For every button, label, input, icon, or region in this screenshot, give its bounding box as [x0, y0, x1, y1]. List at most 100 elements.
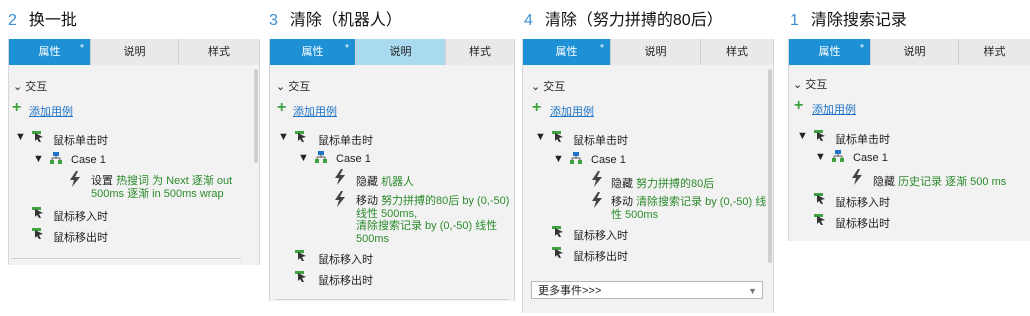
event-cursor-icon [295, 250, 306, 261]
event-mouseleave[interactable]: 鼠标移出时 [835, 215, 890, 231]
event-mouseenter[interactable]: 鼠标移入时 [53, 208, 108, 224]
dropdown-arrow-icon: ▼ [748, 286, 757, 296]
tab-notes[interactable]: 说明 [356, 39, 446, 65]
add-case-link[interactable]: 添加用例 [550, 103, 594, 119]
tab-label: 样式 [469, 46, 491, 58]
case-item[interactable]: Case 1 [591, 154, 626, 166]
action-lightning-icon [852, 169, 862, 185]
tab-style[interactable]: 样式 [701, 39, 773, 65]
event-mouseenter[interactable]: 鼠标移入时 [318, 251, 373, 267]
collapse-triangle-icon[interactable]: ▼ [298, 152, 309, 164]
event-onclick[interactable]: 鼠标单击时 [318, 132, 373, 148]
event-onclick[interactable]: 鼠标单击时 [573, 132, 628, 148]
event-cursor-icon [295, 271, 306, 282]
case-item[interactable]: Case 1 [71, 154, 106, 166]
action-verb: 隐藏 [356, 176, 378, 188]
tab-label: 样式 [208, 46, 230, 58]
panel-heading: 3 清除（机器人） [269, 6, 402, 30]
panel-number: 4 [524, 12, 533, 29]
panel-title: 清除（机器人） [289, 12, 402, 29]
event-cursor-icon [552, 131, 563, 142]
tab-style[interactable]: 样式 [959, 39, 1030, 65]
event-cursor-icon [32, 207, 43, 218]
collapse-triangle-icon[interactable]: ▼ [278, 131, 289, 143]
event-onclick[interactable]: 鼠标单击时 [835, 131, 890, 147]
event-mouseleave[interactable]: 鼠标移出时 [318, 272, 373, 288]
panel-title: 清除搜索记录 [810, 12, 907, 29]
event-mouseleave[interactable]: 鼠标移出时 [573, 248, 628, 264]
tab-properties[interactable]: 属性 * [789, 39, 871, 65]
chevron-down-icon: ⌄ [276, 81, 286, 93]
action-set-text[interactable]: 设置 热搜词 为 Next 逐渐 out 500ms 逐渐 in 500ms w… [91, 175, 232, 201]
event-onclick[interactable]: 鼠标单击时 [53, 132, 108, 148]
tab-notes[interactable]: 说明 [611, 39, 701, 65]
event-mouseenter[interactable]: 鼠标移入时 [573, 227, 628, 243]
tab-properties[interactable]: 属性 * [270, 39, 356, 65]
case-item[interactable]: Case 1 [336, 153, 371, 165]
add-icon[interactable]: + [12, 99, 21, 117]
tab-notes[interactable]: 说明 [91, 39, 179, 65]
collapse-triangle-icon[interactable]: ▼ [33, 153, 44, 165]
tab-label: 说明 [123, 46, 146, 58]
add-icon[interactable]: + [794, 97, 803, 115]
inspector-frame: 属性 * 说明 样式 ⌄ 交互 + 添加用例 ▼ 鼠标单击时 ▼ Case 1 隐… [788, 39, 1030, 241]
case-item[interactable]: Case 1 [853, 152, 888, 164]
tab-style[interactable]: 样式 [446, 39, 514, 65]
collapse-triangle-icon[interactable]: ▼ [553, 153, 564, 165]
action-hide-text[interactable]: 隐藏 历史记录 逐渐 500 ms [873, 173, 1006, 189]
event-mouseleave[interactable]: 鼠标移出时 [53, 229, 108, 245]
action-verb: 移动 [356, 195, 378, 207]
inspector-tabs: 属性 * 说明 样式 [789, 39, 1030, 65]
section-label: 交互 [805, 79, 828, 91]
section-interactions[interactable]: ⌄ 交互 [13, 78, 47, 94]
add-case-link[interactable]: 添加用例 [29, 103, 73, 119]
section-interactions[interactable]: ⌄ 交互 [276, 78, 310, 94]
modified-star-icon: * [860, 43, 864, 54]
event-cursor-icon [814, 193, 825, 204]
more-events-dropdown[interactable]: 更多事件>>> ▼ [531, 281, 763, 299]
event-cursor-icon [32, 228, 43, 239]
event-cursor-icon [814, 130, 825, 141]
case-network-icon [570, 152, 582, 164]
add-case-link[interactable]: 添加用例 [812, 101, 856, 117]
tab-properties[interactable]: 属性 * [9, 39, 91, 65]
add-case-link[interactable]: 添加用例 [293, 103, 337, 119]
collapse-triangle-icon[interactable]: ▼ [815, 151, 826, 163]
inspector-frame: 属性 * 说明 样式 ⌄ 交互 + 添加用例 ▼ 鼠标单击时 ▼ Case 1 隐… [269, 39, 515, 301]
tab-label: 属性 [818, 46, 841, 58]
action-detail: 清除搜索记录 by (0,-50) 线 [636, 196, 767, 208]
action-move-text[interactable]: 移动 努力拼搏的80后 by (0,-50) 线性 500ms, 清除搜索记录 … [356, 195, 509, 245]
action-detail: 机器人 [381, 176, 415, 188]
event-mouseenter[interactable]: 鼠标移入时 [835, 194, 890, 210]
tab-properties[interactable]: 属性 * [523, 39, 611, 65]
panel-huanyipi: 2 换一批 属性 * 说明 样式 ⌄ 交互 + 添加用例 ▼ 鼠标单击时 ▼ Cas… [8, 0, 260, 316]
panel-title: 换一批 [28, 12, 77, 29]
action-verb: 隐藏 [873, 176, 895, 188]
panel-number: 2 [8, 12, 17, 29]
tab-label: 说明 [644, 46, 667, 58]
action-hide-text[interactable]: 隐藏 努力拼搏的80后 [611, 175, 714, 191]
case-network-icon [832, 150, 844, 162]
scrollbar[interactable] [768, 69, 772, 263]
action-hide-text[interactable]: 隐藏 机器人 [356, 173, 414, 189]
tab-notes[interactable]: 说明 [871, 39, 959, 65]
modified-star-icon: * [600, 43, 604, 54]
panel-title: 清除（努力拼搏的80后） [544, 12, 723, 29]
collapse-triangle-icon[interactable]: ▼ [15, 131, 26, 143]
collapse-triangle-icon[interactable]: ▼ [797, 130, 808, 142]
section-interactions[interactable]: ⌄ 交互 [793, 76, 827, 92]
chevron-down-icon: ⌄ [13, 81, 23, 93]
add-icon[interactable]: + [277, 99, 286, 117]
scrollbar[interactable] [254, 69, 258, 163]
action-detail: 性 500ms [611, 209, 659, 221]
collapse-triangle-icon[interactable]: ▼ [535, 131, 546, 143]
action-move-text[interactable]: 移动 清除搜索记录 by (0,-50) 线 性 500ms [611, 196, 766, 222]
panel-clear-80s: 4 清除（努力拼搏的80后） 属性 * 说明 样式 ⌄ 交互 + 添加用例 ▼ 鼠标… [522, 0, 778, 316]
section-interactions[interactable]: ⌄ 交互 [531, 78, 565, 94]
more-events-label: 更多事件>>> [538, 285, 602, 297]
add-icon[interactable]: + [532, 99, 541, 117]
divider [11, 258, 241, 259]
tab-style[interactable]: 样式 [179, 39, 259, 65]
action-detail: 500ms 逐渐 in 500ms wrap [91, 188, 224, 200]
interaction-tree: ⌄ 交互 + 添加用例 ▼ 鼠标单击时 ▼ Case 1 隐藏 机器人 移动 努… [270, 65, 514, 301]
